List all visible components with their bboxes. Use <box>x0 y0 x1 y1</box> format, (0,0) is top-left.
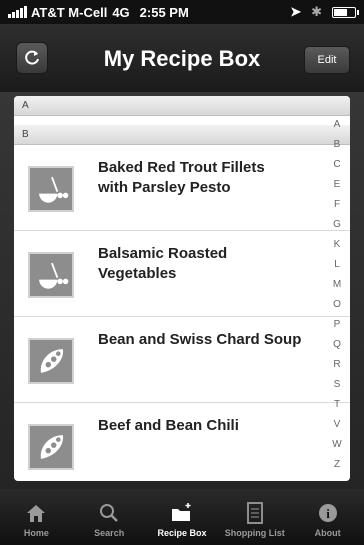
signal-icon <box>8 6 27 18</box>
bowl-icon <box>28 252 74 298</box>
tab-label: Search <box>94 528 125 538</box>
tab-shopping-list[interactable]: Shopping List <box>218 489 291 545</box>
home-icon <box>25 501 47 525</box>
section-header-a: A <box>14 96 350 116</box>
index-letter[interactable]: B <box>334 139 341 150</box>
bluetooth-icon: ✱ <box>311 4 322 19</box>
recipe-title: Bean and Swiss Chard Soup <box>98 331 302 348</box>
status-bar: AT&T M-Cell 4G 2:55 PM ➤ ✱ <box>0 0 364 24</box>
recipe-box-icon <box>170 501 194 525</box>
index-letter[interactable]: G <box>333 219 341 230</box>
bowl-icon <box>28 166 74 212</box>
recipe-title: Balsamic Roasted Vegetables <box>98 245 228 282</box>
section-header-b: B <box>14 125 350 145</box>
tab-search[interactable]: Search <box>73 489 146 545</box>
index-letter[interactable]: T <box>334 399 340 410</box>
svg-text:i: i <box>326 506 330 521</box>
battery-icon <box>332 6 359 18</box>
index-letter[interactable]: P <box>334 319 341 330</box>
tab-bar: Home Search Recipe Box Shopping List i A… <box>0 489 364 545</box>
tab-label: Shopping List <box>224 528 285 538</box>
index-letter[interactable]: A <box>334 119 341 130</box>
tab-about[interactable]: i About <box>291 489 364 545</box>
index-letter[interactable]: F <box>334 199 340 210</box>
info-icon: i <box>317 501 339 525</box>
index-letter[interactable]: S <box>334 379 341 390</box>
edit-button[interactable]: Edit <box>304 46 350 74</box>
network-label: 4G <box>112 4 130 20</box>
index-letter[interactable]: M <box>333 279 341 290</box>
tab-recipe-box[interactable]: Recipe Box <box>146 489 219 545</box>
index-letter[interactable]: Q <box>333 339 341 350</box>
refresh-icon <box>25 50 39 65</box>
tab-label: About <box>314 528 341 538</box>
location-icon: ➤ <box>290 4 302 19</box>
index-letter[interactable]: W <box>332 439 341 450</box>
section-index[interactable]: ABCEFGKLMOPQRSTVWZ <box>324 96 350 481</box>
tab-label: Home <box>23 528 49 538</box>
recipe-list: A B Baked Red Trout Fillets with Parsley… <box>14 96 350 481</box>
search-icon <box>98 501 120 525</box>
index-letter[interactable]: R <box>333 359 340 370</box>
index-letter[interactable]: K <box>334 239 341 250</box>
tab-home[interactable]: Home <box>0 489 73 545</box>
recipe-row[interactable]: Balsamic Roasted Vegetables <box>14 232 350 317</box>
index-letter[interactable]: E <box>334 179 341 190</box>
recipe-row[interactable]: Beef and Bean Chili <box>14 404 350 481</box>
navigation-bar: My Recipe Box Edit <box>0 24 364 92</box>
pea-pod-icon <box>28 338 74 384</box>
index-letter[interactable]: V <box>334 419 341 430</box>
pea-pod-icon <box>28 424 74 470</box>
shopping-list-icon <box>244 501 266 525</box>
recipe-row[interactable]: Baked Red Trout Fillets with Parsley Pes… <box>14 146 350 231</box>
clock: 2:55 PM <box>139 4 189 20</box>
index-letter[interactable]: Z <box>334 459 340 470</box>
index-letter[interactable]: C <box>333 159 340 170</box>
recipe-title: Baked Red Trout Fillets with Parsley Pes… <box>98 159 265 196</box>
carrier-label: AT&T M-Cell <box>31 4 108 20</box>
recipe-title: Beef and Bean Chili <box>98 417 239 434</box>
refresh-button[interactable] <box>16 42 48 74</box>
index-letter[interactable]: L <box>334 259 340 270</box>
tab-label: Recipe Box <box>157 528 207 538</box>
app-screen: AT&T M-Cell 4G 2:55 PM ➤ ✱ My Recipe Box… <box>0 0 364 545</box>
recipe-row[interactable]: Bean and Swiss Chard Soup <box>14 318 350 403</box>
index-letter[interactable]: O <box>333 299 341 310</box>
